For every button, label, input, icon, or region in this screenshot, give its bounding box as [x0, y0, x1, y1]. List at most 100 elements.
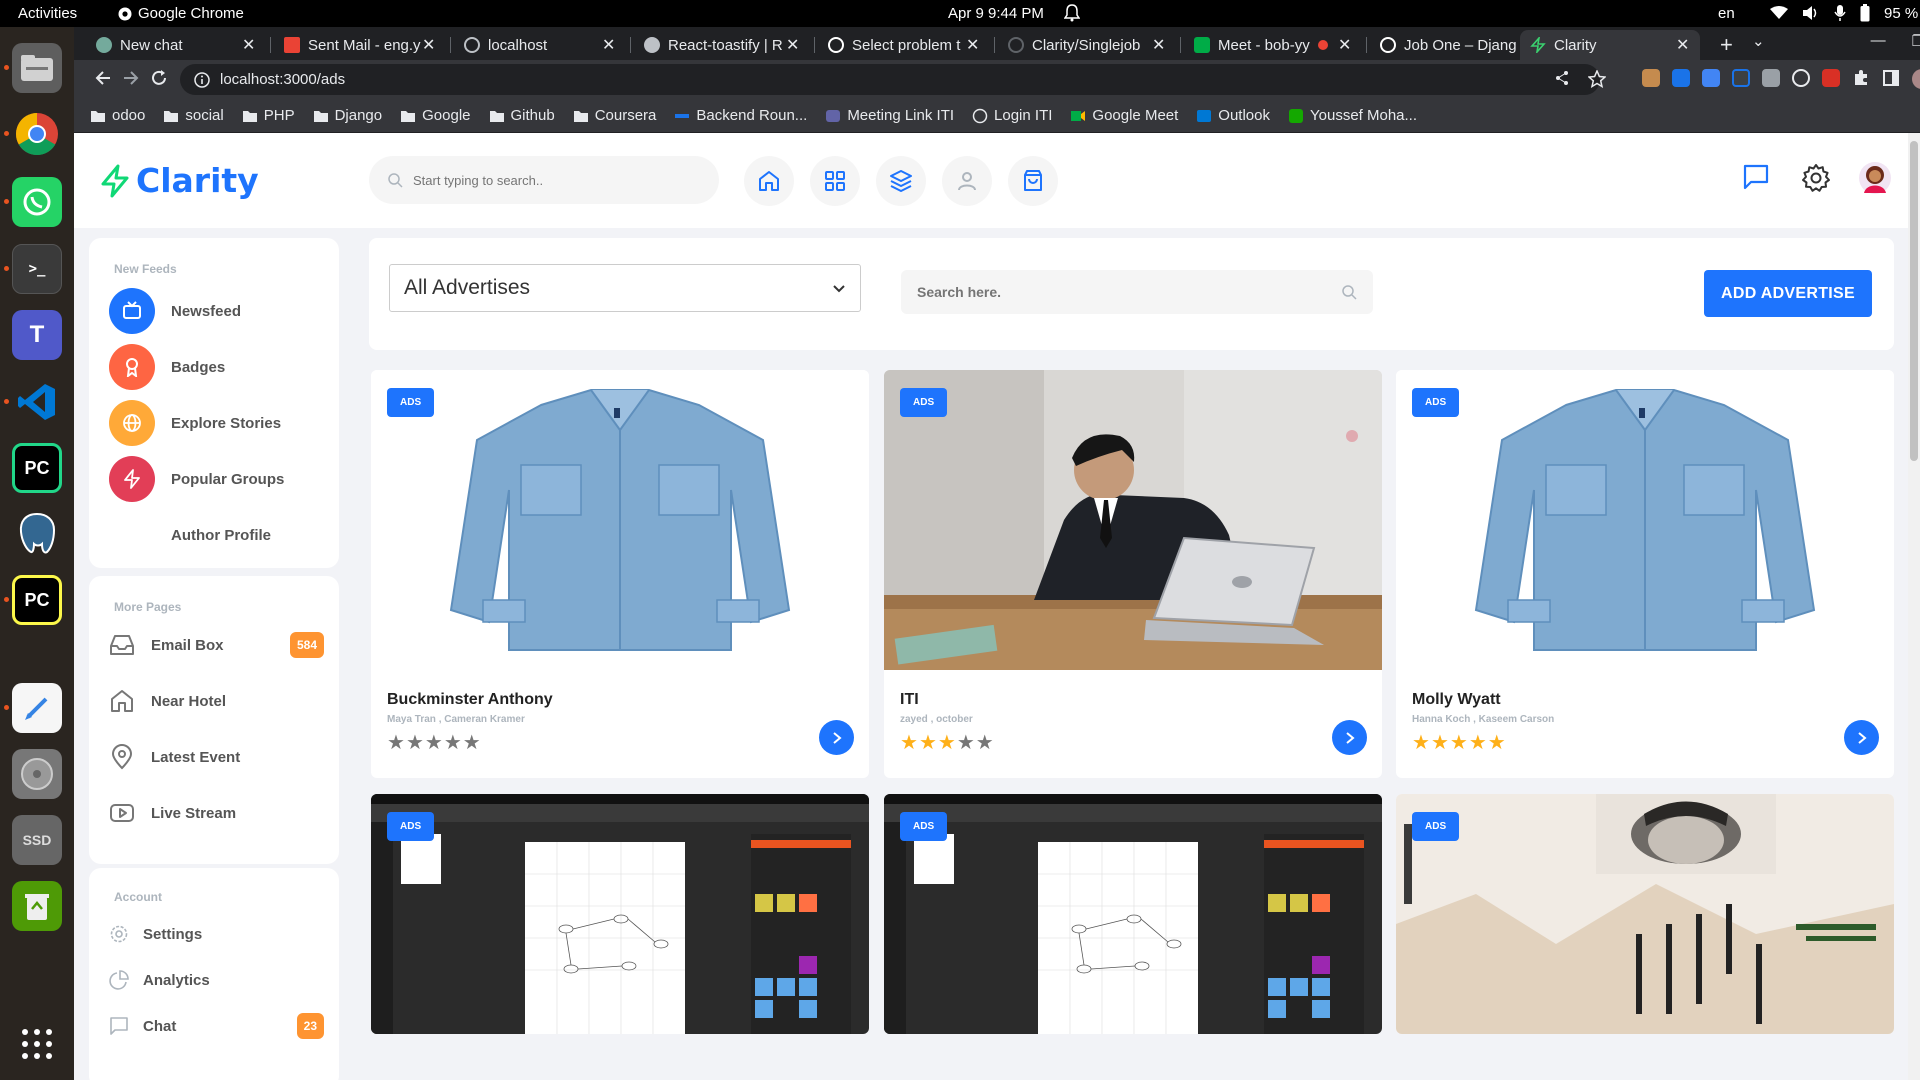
ad-title[interactable]: ITI: [900, 691, 919, 709]
chrome-dock-icon[interactable]: [12, 109, 62, 159]
scrollbar-thumb[interactable]: [1910, 141, 1918, 461]
camera-icon[interactable]: [1762, 69, 1780, 87]
bookmark-folder[interactable]: Google: [400, 107, 471, 124]
text-editor-dock-icon[interactable]: [12, 683, 62, 733]
browser-tab[interactable]: Clarity/Singlejob ✕: [998, 30, 1176, 60]
bookmark-star-icon[interactable]: [1588, 70, 1606, 88]
browser-tab[interactable]: New chat ✕: [86, 30, 266, 60]
sidebar-item-author-profile[interactable]: Author Profile: [109, 512, 271, 558]
nav-grid-button[interactable]: [810, 156, 860, 206]
browser-tab[interactable]: localhost ✕: [454, 30, 626, 60]
app-menu[interactable]: Google Chrome: [118, 5, 244, 22]
pycharm-dock-icon[interactable]: PC: [12, 443, 62, 493]
notification-bell-icon[interactable]: [1064, 4, 1080, 22]
tab-search-icon[interactable]: ⌄: [1752, 32, 1765, 50]
bookmark-folder[interactable]: Coursera: [573, 107, 656, 124]
tab-close-icon[interactable]: ✕: [966, 35, 982, 55]
minimize-button[interactable]: —: [1871, 32, 1886, 50]
pycharm-pro-dock-icon[interactable]: PC: [12, 575, 62, 625]
tab-close-icon[interactable]: ✕: [602, 35, 618, 55]
browser-tab[interactable]: React-toastify | R ✕: [634, 30, 810, 60]
bookmark-folder[interactable]: Github: [489, 107, 555, 124]
tab-close-icon[interactable]: ✕: [1152, 35, 1168, 55]
bookmark-folder[interactable]: social: [163, 107, 224, 124]
ad-title[interactable]: Buckminster Anthony: [387, 691, 553, 709]
sidebar-item-newsfeed[interactable]: Newsfeed: [109, 288, 241, 334]
whatsapp-dock-icon[interactable]: [12, 177, 62, 227]
show-apps-icon[interactable]: [20, 1027, 54, 1061]
back-arrow-icon[interactable]: [94, 69, 112, 87]
ad-details-button[interactable]: [1844, 720, 1879, 755]
ad-title[interactable]: Molly Wyatt: [1412, 691, 1501, 709]
browser-tab-active[interactable]: Clarity ✕: [1520, 30, 1700, 60]
user-avatar[interactable]: [1858, 161, 1892, 195]
ad-card[interactable]: ADS: [371, 794, 869, 1034]
settings-button[interactable]: [1801, 163, 1831, 193]
extension-icon[interactable]: [1732, 69, 1750, 87]
bookmark-link[interactable]: Meeting Link ITI: [825, 107, 954, 124]
tab-close-icon[interactable]: ✕: [422, 35, 438, 55]
sidebar-item-settings[interactable]: Settings: [109, 921, 324, 947]
ad-card[interactable]: ADS ITI zayed , october ★ ★ ★ ★ ★: [884, 370, 1382, 778]
trash-dock-icon[interactable]: [12, 881, 62, 931]
browser-tab[interactable]: Meet - bob-yy ✕: [1184, 30, 1362, 60]
bookmark-link[interactable]: Login ITI: [972, 107, 1052, 124]
nav-user-button[interactable]: [942, 156, 992, 206]
sidebar-item-badges[interactable]: Badges: [109, 344, 225, 390]
new-tab-button[interactable]: +: [1720, 32, 1733, 58]
brand-logo[interactable]: Clarity: [100, 161, 259, 200]
messages-button[interactable]: [1742, 163, 1770, 191]
browser-tab[interactable]: Select problem t ✕: [818, 30, 990, 60]
activities-button[interactable]: Activities: [18, 5, 77, 22]
ads-category-select[interactable]: All Advertises: [389, 264, 861, 312]
sidebar-item-chat[interactable]: Chat 23: [109, 1013, 324, 1039]
extension-icon[interactable]: [1672, 69, 1690, 87]
bookmark-folder[interactable]: PHP: [242, 107, 295, 124]
sidebar-item-popular-groups[interactable]: Popular Groups: [109, 456, 284, 502]
profile-avatar[interactable]: [1912, 69, 1920, 89]
bookmark-folder[interactable]: Django: [313, 107, 382, 124]
extension-icon[interactable]: [1702, 69, 1720, 87]
page-scrollbar[interactable]: [1908, 133, 1920, 1080]
keyboard-language[interactable]: en: [1718, 5, 1735, 22]
sidebar-item-email-box[interactable]: Email Box 584: [109, 630, 324, 660]
ssd-dock-icon[interactable]: SSD: [12, 815, 62, 865]
ad-card[interactable]: ADS: [1396, 794, 1894, 1034]
tab-close-icon[interactable]: ✕: [242, 35, 258, 55]
extension-icon[interactable]: [1642, 69, 1660, 87]
tab-close-icon[interactable]: ✕: [1338, 35, 1354, 55]
bookmark-link[interactable]: Backend Roun...: [674, 107, 807, 124]
header-search[interactable]: [369, 156, 719, 204]
puzzle-icon[interactable]: [1852, 69, 1870, 89]
ad-details-button[interactable]: [1332, 720, 1367, 755]
header-search-input[interactable]: [413, 172, 673, 188]
sidebar-item-latest-event[interactable]: Latest Event: [109, 742, 324, 772]
teams-dock-icon[interactable]: T: [12, 310, 62, 360]
extension-icon[interactable]: [1822, 69, 1840, 87]
vscode-dock-icon[interactable]: [12, 377, 62, 427]
reload-icon[interactable]: [150, 69, 168, 87]
files-dock-icon[interactable]: [12, 43, 62, 93]
forward-arrow-icon[interactable]: [122, 69, 140, 87]
ads-search-box[interactable]: [901, 270, 1373, 314]
browser-tab[interactable]: Sent Mail - eng.y ✕: [274, 30, 446, 60]
add-advertise-button[interactable]: ADD ADVERTISE: [1704, 270, 1872, 317]
sidebar-item-analytics[interactable]: Analytics: [109, 967, 324, 993]
bookmark-link[interactable]: Youssef Moha...: [1288, 107, 1417, 124]
sidebar-item-explore-stories[interactable]: Explore Stories: [109, 400, 281, 446]
ads-search-input[interactable]: [917, 284, 1297, 300]
bookmark-link[interactable]: Outlook: [1196, 107, 1270, 124]
postgres-dock-icon[interactable]: [12, 509, 62, 559]
maximize-button[interactable]: ❐: [1912, 32, 1920, 50]
address-bar[interactable]: localhost:3000/ads: [180, 64, 1600, 95]
info-icon[interactable]: [194, 71, 210, 88]
nav-layers-button[interactable]: [876, 156, 926, 206]
ad-card[interactable]: ADS Buckminster Anthony Maya Tran , Came…: [371, 370, 869, 778]
nav-shop-button[interactable]: [1008, 156, 1058, 206]
tab-close-icon[interactable]: ✕: [786, 35, 802, 55]
ad-card[interactable]: ADS Molly Wyatt Hanna Koch , Kaseem Cars…: [1396, 370, 1894, 778]
bookmark-folder[interactable]: odoo: [90, 107, 145, 124]
system-tray[interactable]: 95 %: [1770, 4, 1918, 22]
tab-close-icon[interactable]: ✕: [1676, 35, 1692, 55]
ad-details-button[interactable]: [819, 720, 854, 755]
